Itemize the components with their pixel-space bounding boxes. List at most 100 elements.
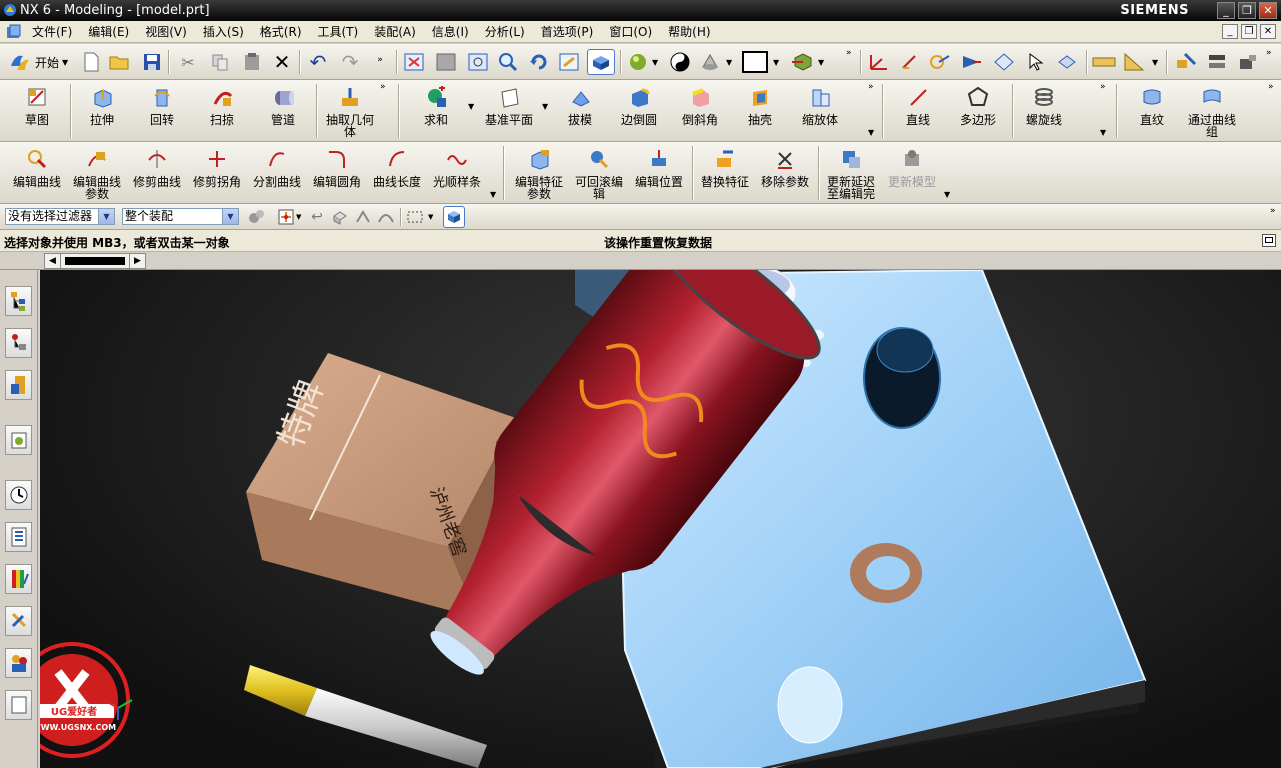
save-button[interactable] — [140, 50, 164, 74]
point-button[interactable] — [867, 50, 891, 74]
select-curve-button[interactable] — [375, 206, 397, 228]
menu-item[interactable]: 格式(R) — [252, 21, 310, 43]
roles-tab[interactable] — [5, 648, 32, 678]
background-button[interactable] — [668, 50, 692, 74]
restore-button[interactable]: ❐ — [1238, 2, 1256, 19]
menu-item[interactable]: 首选项(P) — [533, 21, 602, 43]
undo-button[interactable]: ↶ — [306, 50, 330, 74]
helix-button[interactable]: 螺旋线 — [1016, 86, 1072, 126]
overflow-chevron-icon[interactable]: » — [1270, 206, 1276, 216]
scroll-left-arrow-icon[interactable]: ◀ — [45, 254, 61, 268]
rotate-button[interactable] — [527, 50, 551, 74]
chevron-down-icon[interactable]: ▼ — [490, 190, 496, 199]
selection-settings-button[interactable] — [245, 206, 267, 228]
menu-item[interactable]: 视图(V) — [137, 21, 195, 43]
copy-button[interactable] — [208, 50, 232, 74]
chevron-down-icon[interactable]: ▼ — [1152, 58, 1158, 67]
close-button[interactable]: ✕ — [1259, 2, 1277, 19]
redo-button[interactable]: ↷ — [338, 50, 362, 74]
menu-item[interactable]: 帮助(H) — [660, 21, 718, 43]
trim-corner-button[interactable]: 修剪拐角 — [188, 148, 246, 188]
chevron-down-icon[interactable]: ▼ — [296, 213, 301, 221]
menu-item[interactable]: 文件(F) — [24, 21, 80, 43]
horizontal-scrollbar[interactable]: ◀ ▶ — [44, 253, 146, 269]
menu-item[interactable]: 信息(I) — [424, 21, 477, 43]
status-expand-button[interactable] — [1262, 234, 1276, 247]
rectangle-select-button[interactable] — [404, 206, 426, 228]
unite-button[interactable]: 求和 — [408, 86, 464, 126]
constraint-button[interactable] — [1236, 50, 1260, 74]
chevron-down-icon[interactable]: ▼ — [944, 190, 950, 199]
overflow-chevron-icon[interactable]: » — [1100, 82, 1106, 92]
edge-blend-button[interactable]: 边倒圆 — [610, 86, 668, 126]
chevron-down-icon[interactable]: ▼ — [818, 58, 824, 67]
replace-feature-button[interactable]: 替换特征 — [696, 148, 754, 188]
shell-button[interactable]: 抽壳 — [732, 86, 788, 126]
snap-button[interactable] — [928, 50, 952, 74]
chevron-down-icon[interactable]: ▼ — [652, 58, 658, 67]
through-curves-button[interactable]: 通过曲线组 — [1182, 86, 1242, 138]
select-body-button[interactable] — [329, 206, 351, 228]
paste-button[interactable] — [240, 50, 264, 74]
remove-params-button[interactable]: 移除参数 — [756, 148, 814, 188]
chevron-down-icon[interactable]: ▼ — [468, 102, 474, 111]
menu-item[interactable]: 编辑(E) — [80, 21, 137, 43]
orient-view-button[interactable] — [790, 50, 814, 74]
assembly-navigator-button[interactable] — [1174, 50, 1198, 74]
revolve-button[interactable]: 回转 — [134, 86, 190, 126]
edit-curve-button[interactable]: 编辑曲线 — [8, 148, 66, 188]
curve-length-button[interactable]: 曲线长度 — [368, 148, 426, 188]
smooth-spline-button[interactable]: 光顺样条 — [428, 148, 486, 188]
chevron-down-icon[interactable]: ▼ — [542, 102, 548, 111]
minimize-button[interactable]: _ — [1217, 2, 1235, 19]
menu-item[interactable]: 装配(A) — [366, 21, 424, 43]
select-feature-button[interactable] — [352, 206, 374, 228]
delete-button[interactable]: ✕ — [270, 50, 294, 74]
snap-point-button[interactable] — [275, 206, 297, 228]
app-menu-icon[interactable] — [6, 24, 22, 40]
select-pointer-button[interactable] — [1024, 50, 1048, 74]
type-filter-dropdown[interactable]: 没有选择过滤器 ▼ — [5, 208, 115, 225]
menu-item[interactable]: 插入(S) — [195, 21, 252, 43]
extrude-button[interactable]: 拉伸 — [74, 86, 130, 126]
part-navigator-tab[interactable] — [5, 370, 32, 400]
select-solid-button[interactable] — [443, 206, 465, 228]
scroll-thumb[interactable] — [65, 257, 125, 265]
visualization-tab[interactable] — [5, 564, 32, 594]
ruled-button[interactable]: 直纹 — [1124, 86, 1180, 126]
edit-fillet-button[interactable]: 编辑圆角 — [308, 148, 366, 188]
measure-distance-button[interactable] — [1092, 50, 1116, 74]
shaded-view-button[interactable] — [587, 49, 615, 75]
doc-close-button[interactable]: ✕ — [1260, 24, 1276, 39]
menu-item[interactable]: 工具(T) — [310, 21, 367, 43]
menu-item[interactable]: 分析(L) — [477, 21, 533, 43]
filter-button[interactable] — [960, 50, 984, 74]
delay-update-button[interactable]: 更新延迟至编辑完 — [822, 148, 880, 200]
update-model-button[interactable]: 更新模型 — [882, 148, 942, 188]
divide-curve-button[interactable]: 分割曲线 — [248, 148, 306, 188]
web-browser-tab[interactable] — [5, 690, 32, 720]
edit-feature-params-button[interactable]: 编辑特征参数 — [510, 148, 568, 200]
deselect-button[interactable] — [1055, 50, 1079, 74]
vector-button[interactable] — [898, 50, 922, 74]
open-file-button[interactable] — [108, 50, 132, 74]
doc-restore-button[interactable]: ❐ — [1241, 24, 1257, 39]
edit-position-button[interactable]: 编辑位置 — [630, 148, 688, 188]
menu-item[interactable]: 窗口(O) — [601, 21, 660, 43]
pan-button[interactable] — [557, 50, 581, 74]
zoom-region-button[interactable] — [466, 50, 490, 74]
datum-plane-button[interactable]: 基准平面 — [478, 86, 540, 126]
overflow-chevron-icon[interactable]: » — [1268, 82, 1274, 92]
chevron-down-icon[interactable]: ▼ — [868, 128, 874, 137]
graphics-window[interactable]: 特牌 泸州老窖 UG爱好者 WWW.UGSNX.COM — [40, 270, 1281, 768]
undo-selection-button[interactable]: ↩ — [306, 206, 328, 228]
start-button[interactable]: 开始 ▼ — [4, 50, 73, 74]
overflow-chevron-icon[interactable]: » — [868, 82, 874, 92]
draft-button[interactable]: 拔模 — [552, 86, 608, 126]
measure-angle-button[interactable] — [1122, 50, 1146, 74]
zoom-button[interactable] — [496, 50, 520, 74]
sweep-button[interactable]: 扫掠 — [194, 86, 250, 126]
reuse-library-tab[interactable] — [5, 425, 32, 455]
overflow-chevron-icon[interactable]: » — [846, 48, 852, 58]
component-button[interactable] — [1205, 50, 1229, 74]
